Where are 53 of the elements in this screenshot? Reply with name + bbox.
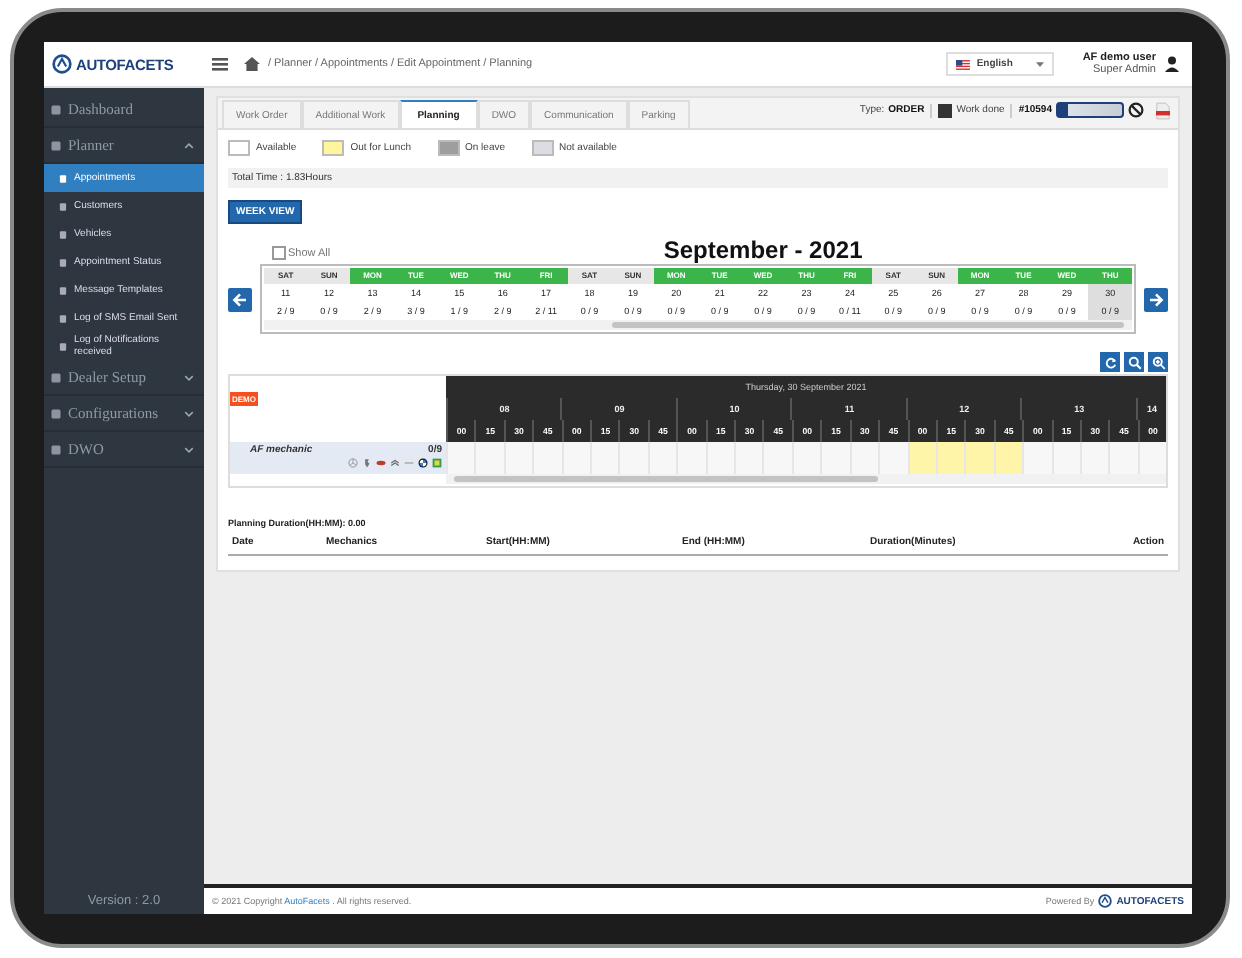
time-slot[interactable] <box>1051 442 1080 474</box>
emblem-icon <box>348 458 358 468</box>
pdf-icon[interactable] <box>1156 101 1170 119</box>
lunch-slot[interactable] <box>935 442 965 474</box>
logo-icon <box>1098 894 1113 908</box>
time-slot[interactable] <box>561 442 591 474</box>
lunch-slot[interactable] <box>964 442 994 474</box>
ban-icon[interactable] <box>1128 102 1144 118</box>
chevron-down-icon <box>184 409 194 417</box>
user-icon[interactable] <box>1164 56 1180 72</box>
time-slot[interactable] <box>820 442 850 474</box>
flag-icon <box>956 59 971 69</box>
chevron-up-icon <box>184 141 194 149</box>
time-slot[interactable] <box>446 442 475 474</box>
logo-icon <box>52 54 72 74</box>
time-slot[interactable] <box>762 442 792 474</box>
time-slot[interactable] <box>503 442 533 474</box>
time-slot[interactable] <box>1108 442 1138 474</box>
caret-icon <box>1036 61 1045 67</box>
emblem-icon <box>404 458 414 468</box>
lunch-slot[interactable] <box>993 442 1023 474</box>
work-done-checkbox[interactable] <box>938 103 953 117</box>
zoom-out-button[interactable] <box>1124 352 1144 372</box>
zoom-in-button[interactable] <box>1148 352 1168 372</box>
time-slot[interactable] <box>1079 442 1109 474</box>
time-slot[interactable] <box>791 442 821 474</box>
scrollbar[interactable] <box>264 320 1132 330</box>
time-slot[interactable] <box>474 442 504 474</box>
time-slot[interactable] <box>1137 442 1167 474</box>
menu-icon[interactable] <box>212 56 228 72</box>
refresh-button[interactable] <box>1100 352 1120 372</box>
time-slot[interactable] <box>705 442 735 474</box>
time-slot[interactable] <box>878 442 907 474</box>
time-slot[interactable] <box>647 442 677 474</box>
time-slot[interactable] <box>532 442 562 474</box>
chevron-down-icon <box>184 445 194 453</box>
time-slot[interactable] <box>590 442 619 474</box>
emblem-icon <box>390 458 400 468</box>
time-slot[interactable] <box>1022 442 1052 474</box>
time-slot[interactable] <box>849 442 879 474</box>
emblem-icon <box>418 458 428 468</box>
lunch-slot[interactable] <box>907 442 936 474</box>
next-button[interactable] <box>1144 287 1168 311</box>
month-title: September - 2021 <box>661 236 865 264</box>
chevron-down-icon <box>184 373 194 381</box>
status-field[interactable] <box>1056 102 1124 118</box>
previous-button[interactable] <box>228 287 252 311</box>
time-slot[interactable] <box>734 442 763 474</box>
time-slot[interactable] <box>676 442 706 474</box>
scrollbar[interactable] <box>446 474 1166 484</box>
emblem-icon <box>432 458 442 468</box>
time-slot[interactable] <box>618 442 648 474</box>
home-icon[interactable] <box>244 56 260 72</box>
